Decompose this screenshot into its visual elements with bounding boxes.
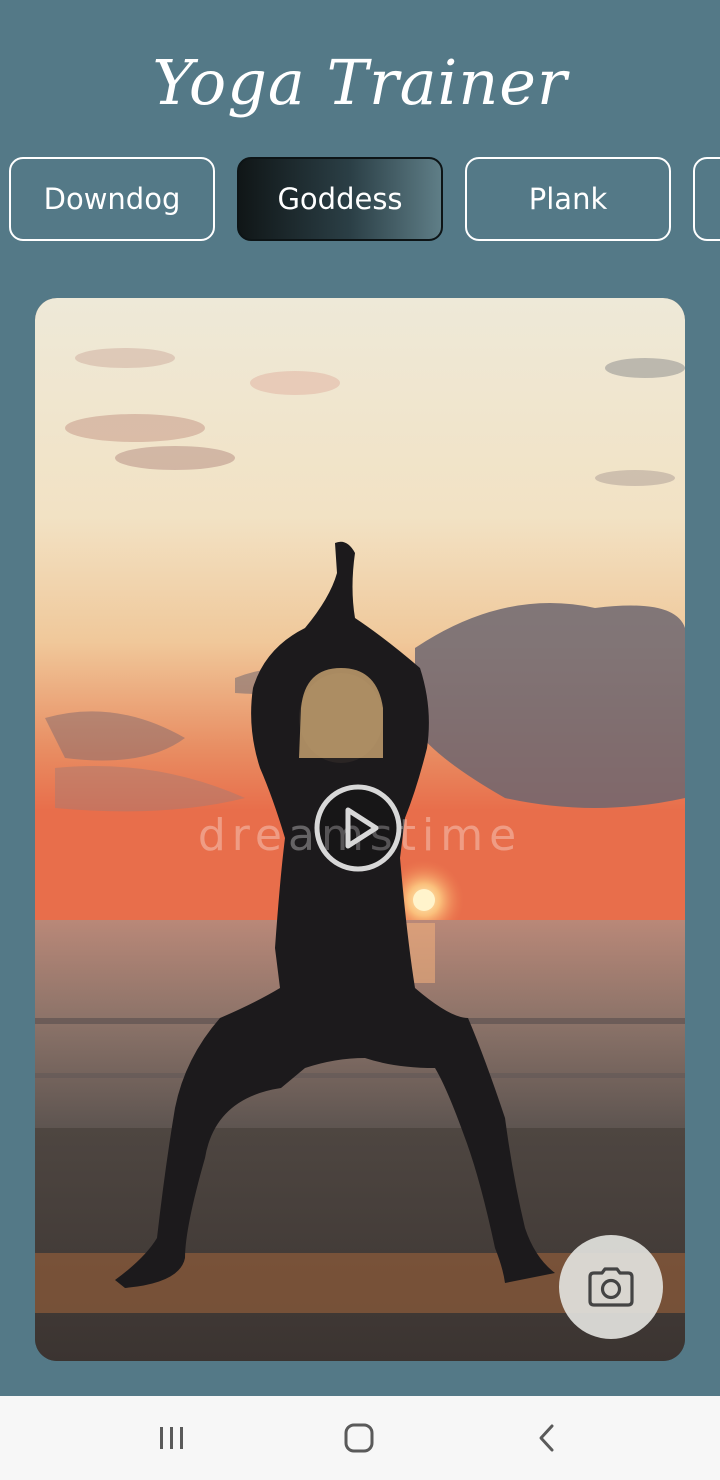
back-icon[interactable] (525, 1416, 569, 1460)
play-icon[interactable] (314, 784, 402, 872)
pose-video[interactable]: dreamstime (35, 298, 685, 1361)
pose-tabs: Downdog Goddess Plank (0, 157, 720, 245)
tab-next-partial[interactable] (693, 157, 720, 241)
system-nav-bar (0, 1396, 720, 1480)
camera-icon (588, 1267, 634, 1307)
tab-plank[interactable]: Plank (465, 157, 671, 241)
tab-downdog[interactable]: Downdog (9, 157, 215, 241)
app-title: Yoga Trainer (152, 46, 568, 119)
camera-button[interactable] (559, 1235, 663, 1339)
home-icon[interactable] (337, 1416, 381, 1460)
tab-goddess[interactable]: Goddess (237, 157, 443, 241)
recent-apps-icon[interactable] (150, 1416, 194, 1460)
